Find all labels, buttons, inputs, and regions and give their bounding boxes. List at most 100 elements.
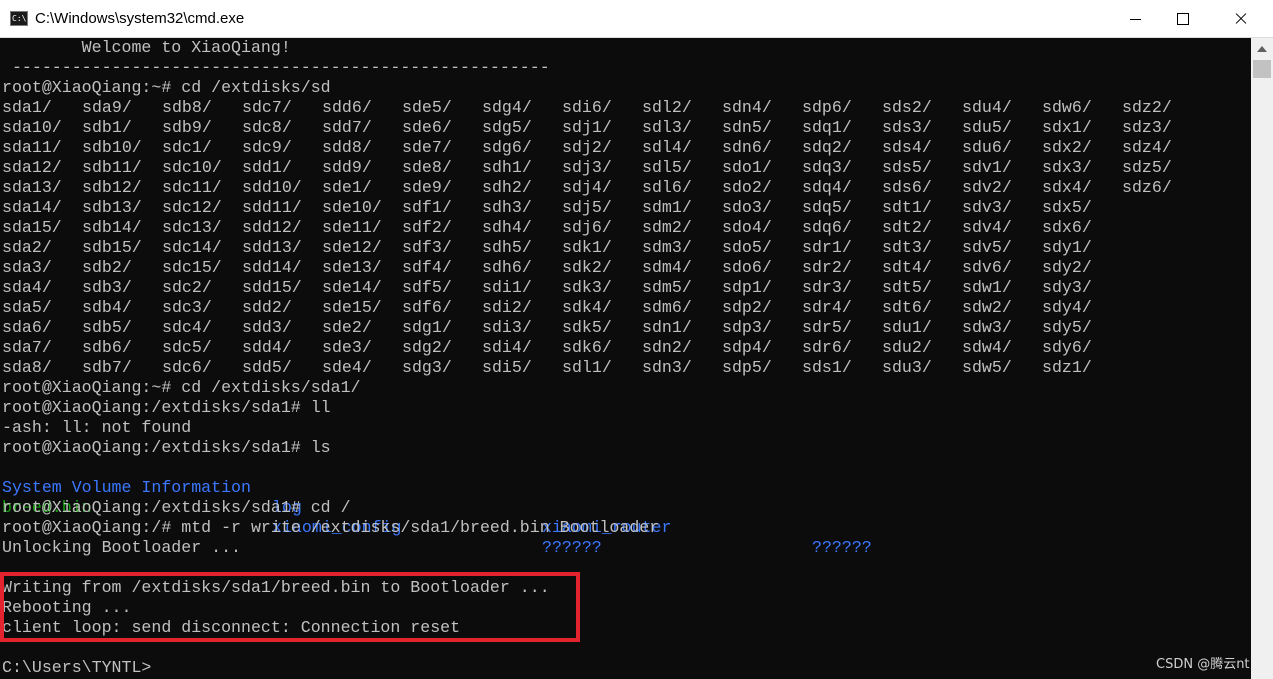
listing-entry: sdc8/ — [242, 118, 292, 137]
listing-entry: sdc13/ — [162, 218, 222, 237]
listing-entry: sdx1/ — [1042, 118, 1092, 137]
listing-entry: sdk3/ — [562, 278, 612, 297]
cmd-icon: C:\ — [10, 11, 28, 26]
close-button[interactable] — [1218, 0, 1264, 38]
listing-row: sda15/sdb14/sdc13/sdd12/sde11/sdf2/sdh4/… — [2, 218, 1122, 238]
listing-entry: sdf5/ — [402, 278, 452, 297]
listing-entry: sdf4/ — [402, 258, 452, 277]
listing-entry: sdz2/ — [1122, 98, 1172, 117]
listing-entry: sdd6/ — [322, 98, 372, 117]
listing-entry: sdr2/ — [802, 258, 852, 277]
listing-entry: sda4/ — [2, 278, 52, 297]
listing-entry: sdd8/ — [322, 138, 372, 157]
highlight-box — [0, 572, 580, 642]
listing-entry: sdj3/ — [562, 158, 612, 177]
listing-entry: sdw2/ — [962, 298, 1012, 317]
listing-entry: sdb15/ — [82, 238, 142, 257]
listing-entry: sdl5/ — [642, 158, 692, 177]
listing-entry: sdn4/ — [722, 98, 772, 117]
listing-entry: sdi1/ — [482, 278, 532, 297]
title-bar[interactable]: C:\ C:\Windows\system32\cmd.exe — [0, 0, 1273, 38]
scroll-up-arrow-icon[interactable] — [1257, 46, 1267, 52]
listing-entry: sde14/ — [322, 278, 382, 297]
maximize-button[interactable] — [1160, 0, 1206, 38]
minimize-button[interactable] — [1112, 0, 1158, 38]
listing-entry: sda13/ — [2, 178, 62, 197]
rule-line: ----------------------------------------… — [2, 58, 550, 77]
listing-entry: sdb6/ — [82, 338, 132, 357]
listing-entry: sdv3/ — [962, 198, 1012, 217]
listing-entry: sdw3/ — [962, 318, 1012, 337]
listing-entry: sdd12/ — [242, 218, 302, 237]
cmd-window: C:\ C:\Windows\system32\cmd.exe Welcome … — [0, 0, 1273, 679]
listing-entry: sdb12/ — [82, 178, 142, 197]
listing-entry: sdt1/ — [882, 198, 932, 217]
ls-directory: ?????? — [812, 538, 872, 557]
listing-entry: sdb5/ — [82, 318, 132, 337]
listing-entry: sdb11/ — [82, 158, 142, 177]
command-line: root@XiaoQiang:~# cd /extdisks/sda1/ — [2, 378, 361, 397]
listing-entry: sdj2/ — [562, 138, 612, 157]
listing-entry: sdv1/ — [962, 158, 1012, 177]
listing-row: sda4/sdb3/sdc2/sdd15/sde14/sdf5/sdi1/sdk… — [2, 278, 1122, 298]
listing-entry: sda15/ — [2, 218, 62, 237]
listing-entry: sdg3/ — [402, 358, 452, 377]
listing-entry: sdh2/ — [482, 178, 532, 197]
listing-entry: sdy2/ — [1042, 258, 1092, 277]
listing-entry: sdz6/ — [1122, 178, 1172, 197]
listing-entry: sdx4/ — [1042, 178, 1092, 197]
listing-entry: sdb3/ — [82, 278, 132, 297]
listing-entry: sdh1/ — [482, 158, 532, 177]
listing-entry: sde10/ — [322, 198, 382, 217]
listing-entry: sdy4/ — [1042, 298, 1092, 317]
listing-entry: sdk6/ — [562, 338, 612, 357]
listing-entry: sds1/ — [802, 358, 852, 377]
listing-entry: sdu4/ — [962, 98, 1012, 117]
listing-row: sda14/sdb13/sdc12/sdd11/sde10/sdf1/sdh3/… — [2, 198, 1122, 218]
listing-entry: sda10/ — [2, 118, 62, 137]
listing-entry: sda1/ — [2, 98, 52, 117]
listing-entry: sdn3/ — [642, 358, 692, 377]
listing-entry: sds4/ — [882, 138, 932, 157]
listing-entry: sdh3/ — [482, 198, 532, 217]
listing-entry: sdg6/ — [482, 138, 532, 157]
listing-entry: sdo2/ — [722, 178, 772, 197]
listing-entry: sde13/ — [322, 258, 382, 277]
listing-entry: sda14/ — [2, 198, 62, 217]
listing-row: sda1/sda9/sdb8/sdc7/sdd6/sde5/sdg4/sdi6/… — [2, 98, 1202, 118]
listing-entry: sdp2/ — [722, 298, 772, 317]
listing-entry: sda7/ — [2, 338, 52, 357]
listing-entry: sde15/ — [322, 298, 382, 317]
listing-entry: sdi2/ — [482, 298, 532, 317]
listing-entry: sdr6/ — [802, 338, 852, 357]
listing-entry: sdl4/ — [642, 138, 692, 157]
listing-entry: sdc10/ — [162, 158, 222, 177]
ls-directory: ?????? — [542, 538, 602, 557]
listing-entry: sdb14/ — [82, 218, 142, 237]
listing-entry: sdo6/ — [722, 258, 772, 277]
listing-entry: sdn6/ — [722, 138, 772, 157]
listing-row: sda6/sdb5/sdc4/sdd3/sde2/sdg1/sdi3/sdk5/… — [2, 318, 1122, 338]
listing-entry: sdd11/ — [242, 198, 302, 217]
listing-entry: sdu5/ — [962, 118, 1012, 137]
ls-output-row: System Volume Information log xiaomi_rou… — [2, 458, 872, 557]
listing-entry: sdo5/ — [722, 238, 772, 257]
listing-entry: sdq5/ — [802, 198, 852, 217]
listing-entry: sdn5/ — [722, 118, 772, 137]
listing-entry: sdp3/ — [722, 318, 772, 337]
listing-entry: sdj5/ — [562, 198, 612, 217]
listing-entry: sdh5/ — [482, 238, 532, 257]
scroll-thumb[interactable] — [1253, 60, 1271, 78]
listing-entry: sdl3/ — [642, 118, 692, 137]
listing-entry: sdm6/ — [642, 298, 692, 317]
listing-entry: sdg1/ — [402, 318, 452, 337]
listing-entry: sdz3/ — [1122, 118, 1172, 137]
listing-entry: sdq3/ — [802, 158, 852, 177]
listing-entry: sdp5/ — [722, 358, 772, 377]
listing-entry: sdc1/ — [162, 138, 212, 157]
listing-entry: sdv2/ — [962, 178, 1012, 197]
vertical-scrollbar[interactable] — [1251, 38, 1273, 679]
listing-entry: sdj4/ — [562, 178, 612, 197]
listing-entry: sdg2/ — [402, 338, 452, 357]
listing-entry: sdi3/ — [482, 318, 532, 337]
